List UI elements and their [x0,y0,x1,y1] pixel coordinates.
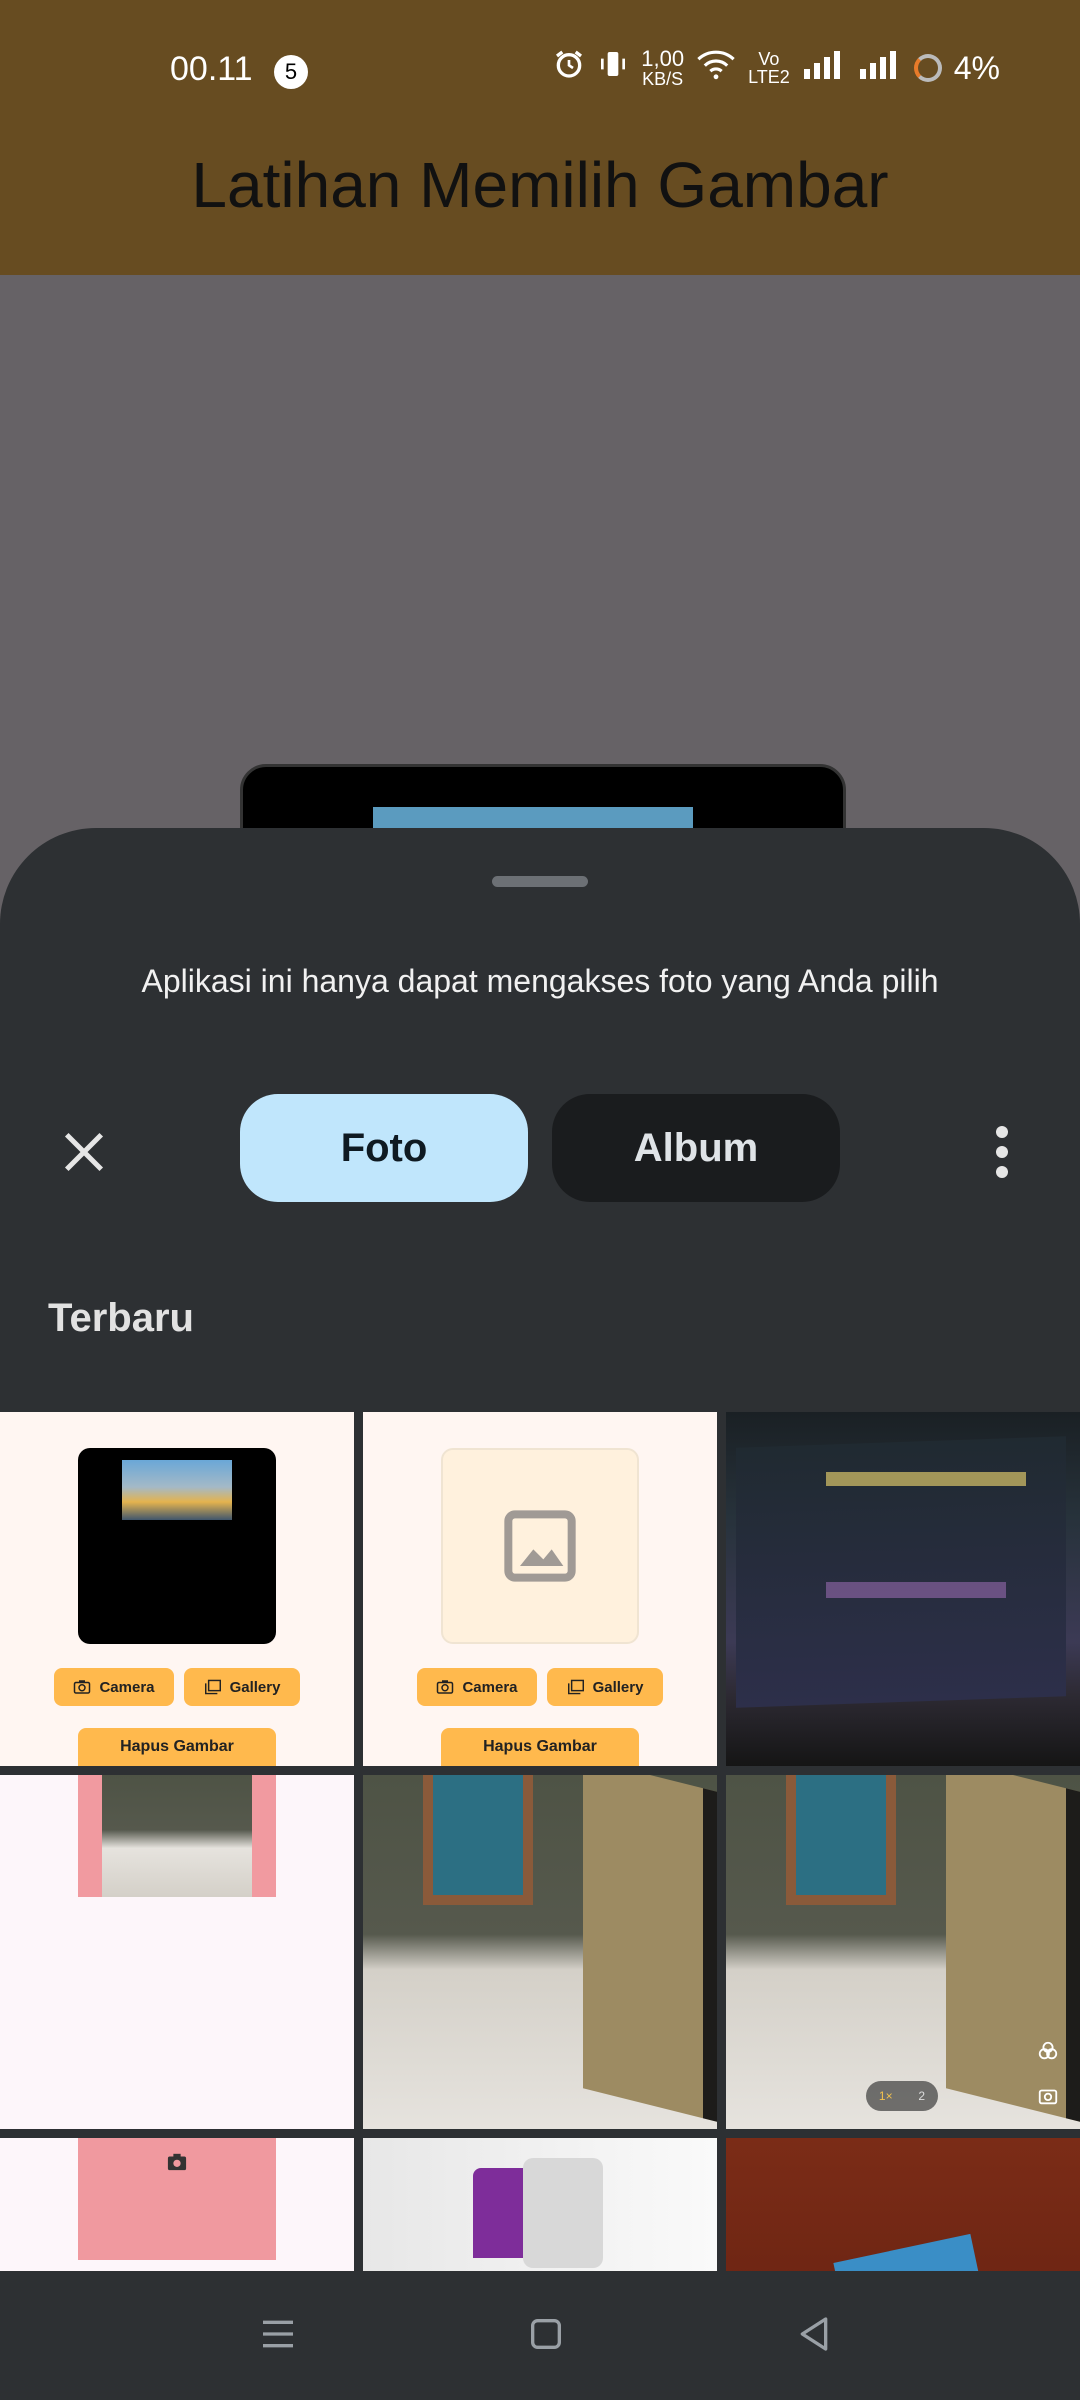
photo-thumbnail[interactable] [0,1775,354,2129]
photo-thumbnail[interactable] [0,2138,354,2271]
gallery-icon [567,1679,584,1695]
close-icon [64,1132,104,1172]
zoom-option-2: 2 [918,2089,926,2103]
alarm-icon [553,48,585,88]
tab-foto[interactable]: Foto [240,1094,528,1202]
thumb-camera-button: Camera [54,1668,174,1706]
camera-icon [74,1680,91,1694]
wifi-icon [696,48,736,88]
battery-icon [913,54,942,82]
thumb-camera-button: Camera [417,1668,537,1706]
more-options-icon-dot [996,1126,1008,1138]
camera-icon [167,2153,187,2171]
more-options-icon-dot [996,1146,1008,1158]
drag-handle[interactable] [492,876,588,887]
photo-thumbnail[interactable] [726,1412,1080,1766]
photo-thumbnail[interactable]: Camera Gallery Hapus Gambar [363,1412,717,1766]
volte-bottom-label: LTE2 [748,67,790,87]
image-placeholder-icon [504,1510,576,1582]
recents-button[interactable] [248,2309,308,2359]
thumb-delete-button: Hapus Gambar [441,1728,639,1766]
thumb-gallery-button: Gallery [184,1668,300,1706]
photo-thumbnail[interactable] [363,1775,717,2129]
zoom-pill: 1× 2 [866,2081,938,2111]
more-options-icon-dot [996,1166,1008,1178]
thumb-delete-button: Hapus Gambar [78,1728,276,1766]
network-speed-value: 1,00 [641,46,685,71]
status-time: 00.11 [170,50,253,88]
photo-thumbnail[interactable]: 1× 2 [726,1775,1080,2129]
status-icons: 1,00 KB/S Vo LTE2 4% [553,48,1000,88]
photo-thumbnail[interactable] [726,2138,1080,2271]
signal-icon-sim1 [802,49,846,87]
thumb-gallery-label: Gallery [229,1678,281,1696]
network-speed-unit: KB/S [642,69,684,89]
section-title-recent: Terbaru [48,1296,194,1340]
gallery-icon [204,1679,221,1695]
vibrate-icon [597,48,629,88]
thumb-preview-frame [441,1448,639,1644]
battery-percent: 4% [953,49,1000,86]
app-bar: Latihan Memilih Gambar [0,140,1080,275]
back-icon [800,2317,828,2351]
volte-top-label: Vo [758,49,780,69]
home-icon [531,2319,561,2349]
thumb-preview-frame [78,1448,276,1644]
thumb-gallery-label: Gallery [592,1678,644,1696]
photo-thumbnail[interactable]: Camera Gallery Hapus Gambar [0,1412,354,1766]
photo-thumbnail[interactable] [363,2138,717,2271]
zoom-option-1x: 1× [878,2089,893,2103]
navigation-bar [0,2271,1080,2400]
thumb-camera-label: Camera [99,1678,155,1696]
filter-icon [1032,2035,1064,2067]
back-button[interactable] [784,2309,844,2359]
app-title: Latihan Memilih Gambar [191,149,889,221]
network-speed: 1,00 KB/S [641,46,685,89]
close-button[interactable] [50,1118,118,1186]
notification-count-badge: 5 [274,55,308,89]
home-button[interactable] [516,2309,576,2359]
status-bar: 00.11 5 1,00 KB/S Vo LTE2 4% [0,0,1080,140]
camera-icon [437,1680,454,1694]
signal-icon-sim2 [858,49,902,87]
more-options-button[interactable] [984,1118,1020,1186]
photo-picker-sheet: Aplikasi ini hanya dapat mengakses foto … [0,828,1080,2271]
picker-info-text: Aplikasi ini hanya dapat mengakses foto … [141,963,939,999]
camera-switch-icon [1032,2080,1064,2112]
thumb-camera-label: Camera [462,1678,518,1696]
thumb-gallery-button: Gallery [547,1668,663,1706]
volte-indicator: Vo LTE2 [748,50,790,86]
menu-icon [263,2320,293,2348]
tab-album[interactable]: Album [552,1094,840,1202]
